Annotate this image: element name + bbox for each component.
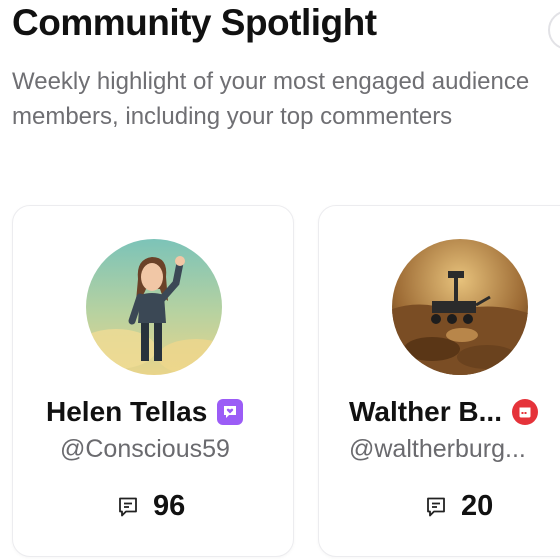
member-name: Walther B... (349, 396, 502, 427)
comment-count-value: 20 (461, 490, 494, 522)
community-spotlight-panel: Community Spotlight Weekly highlight of … (0, 0, 560, 560)
page-subtitle: Weekly highlight of your most engaged au… (12, 68, 530, 130)
avatar[interactable] (86, 239, 222, 375)
member-handle: @waltherburg... (349, 435, 526, 463)
comment-count: 20 (425, 490, 493, 523)
member-name-row: Helen Tellas (46, 396, 244, 428)
calendar-badge-icon (511, 399, 538, 425)
member-name-row: Walther B... (349, 396, 538, 428)
avatar[interactable] (392, 239, 528, 375)
heart-message-icon (217, 399, 244, 425)
page-title: Community Spotlight (12, 2, 377, 43)
member-name: Helen Tellas (46, 396, 208, 427)
comment-icon (119, 497, 137, 516)
see-all-button[interactable] (548, 10, 560, 50)
comment-count: 96 (117, 490, 185, 523)
member-card[interactable]: Helen Tellas @Conscious59 96 (12, 205, 294, 557)
member-card[interactable]: Walther B... @waltherburg... 20 (318, 205, 560, 557)
comment-icon (427, 497, 445, 516)
comment-count-value: 96 (153, 490, 186, 522)
member-handle: @Conscious59 (60, 435, 230, 463)
